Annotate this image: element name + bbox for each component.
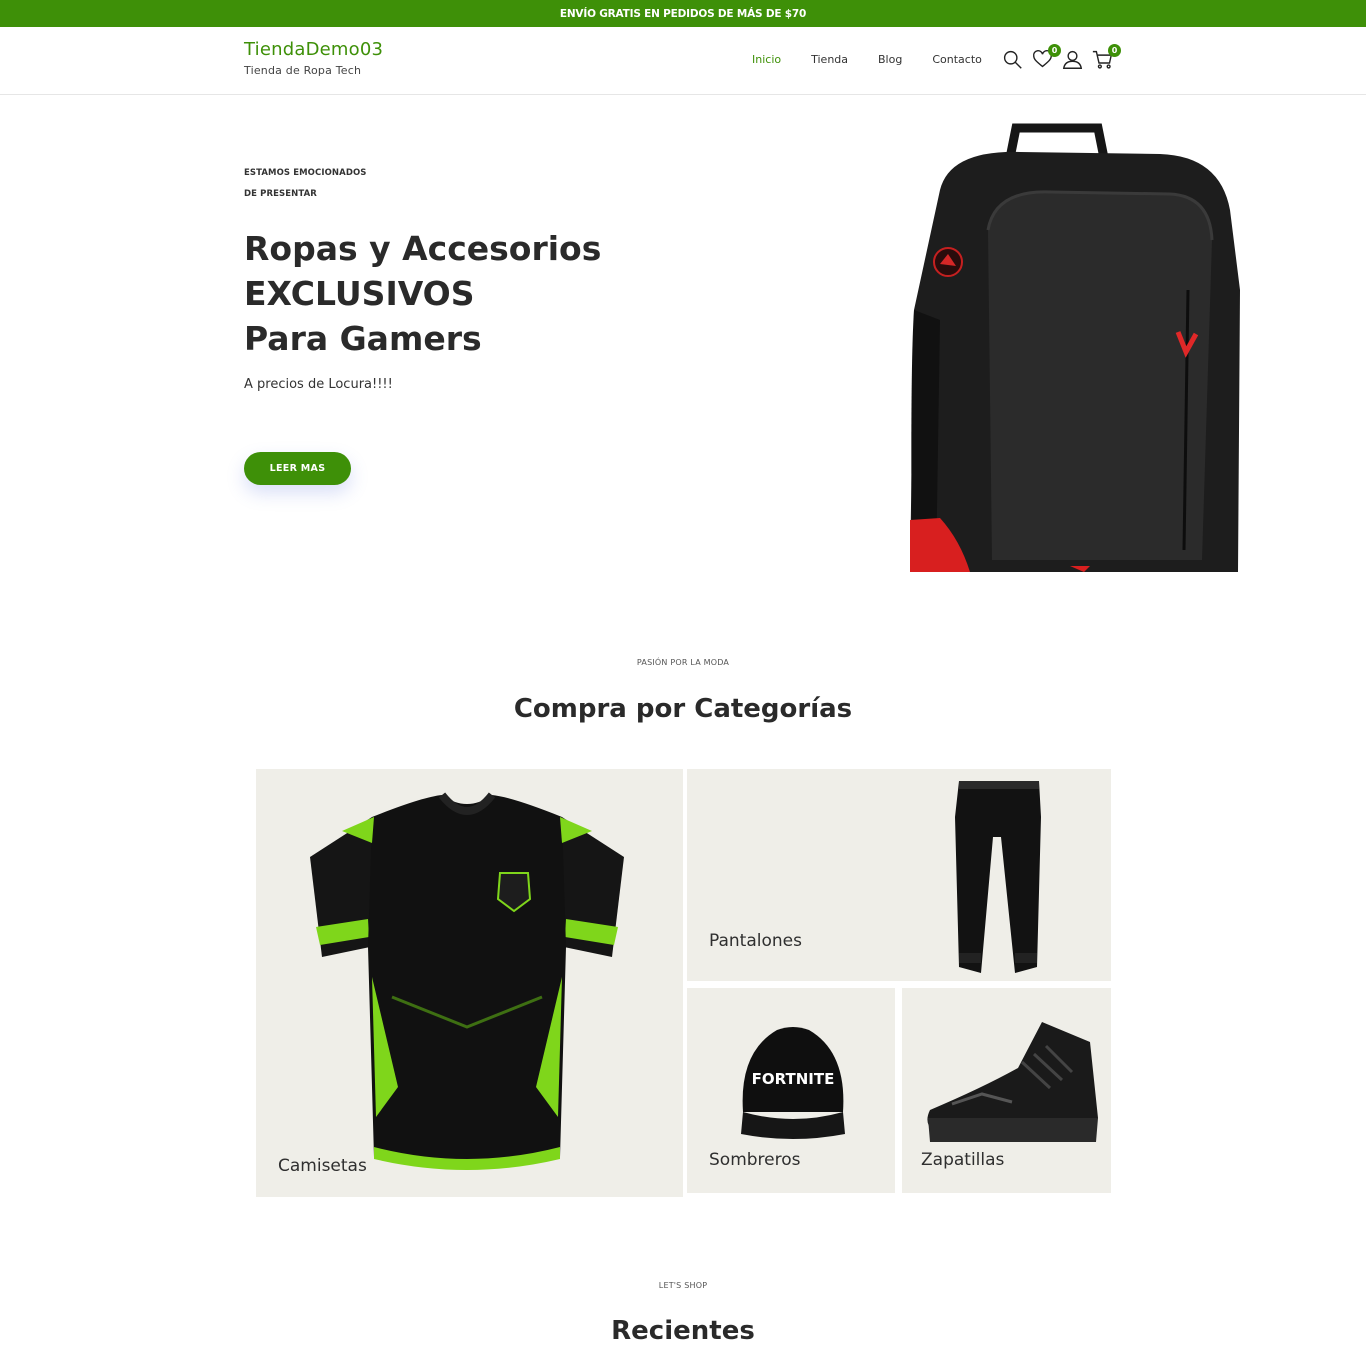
wishlist-count-badge: 0 <box>1048 44 1061 57</box>
pants-image <box>955 781 1041 973</box>
site-header: TiendaDemo03 Tienda de Ropa Tech Inicio … <box>0 27 1366 95</box>
category-label-sombreros: Sombreros <box>709 1150 801 1170</box>
category-label-zapatillas: Zapatillas <box>921 1150 1005 1170</box>
nav-item-tienda[interactable]: Tienda <box>811 53 848 66</box>
hero-title-line-3: Para Gamers <box>244 319 482 358</box>
hero-eyebrow-line-1: ESTAMOS EMOCIONADOS <box>244 168 367 178</box>
categories-eyebrow: PASIÓN POR LA MODA <box>636 658 730 667</box>
nav-item-inicio[interactable]: Inicio <box>752 53 781 66</box>
category-tile-camisetas[interactable]: Camisetas <box>256 769 683 1197</box>
nav-item-blog[interactable]: Blog <box>878 53 902 66</box>
search-icon <box>1003 50 1022 69</box>
category-label-camisetas: Camisetas <box>278 1156 367 1176</box>
cart-button[interactable]: 0 <box>1092 44 1122 71</box>
category-label-pantalones: Pantalones <box>709 931 802 951</box>
nav-item-contacto[interactable]: Contacto <box>932 53 982 66</box>
promo-bar: ENVÍO GRATIS EN PEDIDOS DE MÁS DE $70 <box>0 0 1366 27</box>
main-nav: Inicio Tienda Blog Contacto <box>752 53 1012 66</box>
category-tile-sombreros[interactable]: FORTNITE Sombreros <box>687 988 895 1193</box>
hero-eyebrow: ESTAMOS EMOCIONADOS DE PRESENTAR <box>244 163 424 205</box>
backpack-image <box>910 123 1240 572</box>
hero-title-line-1: Ropas y Accesorios <box>244 229 602 268</box>
user-icon <box>1062 50 1083 69</box>
sneaker-image <box>927 1022 1098 1142</box>
hero-title: Ropas y Accesorios EXCLUSIVOS Para Gamer… <box>244 226 764 361</box>
read-more-button[interactable]: LEER MAS <box>244 452 351 485</box>
promo-text: ENVÍO GRATIS EN PEDIDOS DE MÁS DE $70 <box>559 7 807 20</box>
hero-title-line-2: EXCLUSIVOS <box>244 274 475 313</box>
site-name[interactable]: TiendaDemo03 <box>244 39 383 60</box>
jersey-image <box>310 792 624 1170</box>
category-tile-zapatillas[interactable]: Zapatillas <box>902 988 1111 1193</box>
brand[interactable]: TiendaDemo03 Tienda de Ropa Tech <box>244 39 383 77</box>
cap-image: FORTNITE <box>741 1027 845 1139</box>
recent-eyebrow: LET'S SHOP <box>658 1281 708 1290</box>
cap-logo-text: FORTNITE <box>752 1070 835 1088</box>
site-tagline: Tienda de Ropa Tech <box>244 64 362 77</box>
search-button[interactable] <box>1002 49 1032 71</box>
recent-title: Recientes <box>611 1316 755 1346</box>
header-icons: 0 0 <box>1002 44 1122 71</box>
hero-subtitle: A precios de Locura!!!! <box>244 377 393 392</box>
category-tile-pantalones[interactable]: Pantalones <box>687 769 1111 981</box>
categories-title: Compra por Categorías <box>513 694 853 724</box>
wishlist-button[interactable]: 0 <box>1032 44 1062 71</box>
account-button[interactable] <box>1062 49 1092 71</box>
hero-eyebrow-line-2: DE PRESENTAR <box>244 189 317 199</box>
cart-count-badge: 0 <box>1108 44 1121 57</box>
